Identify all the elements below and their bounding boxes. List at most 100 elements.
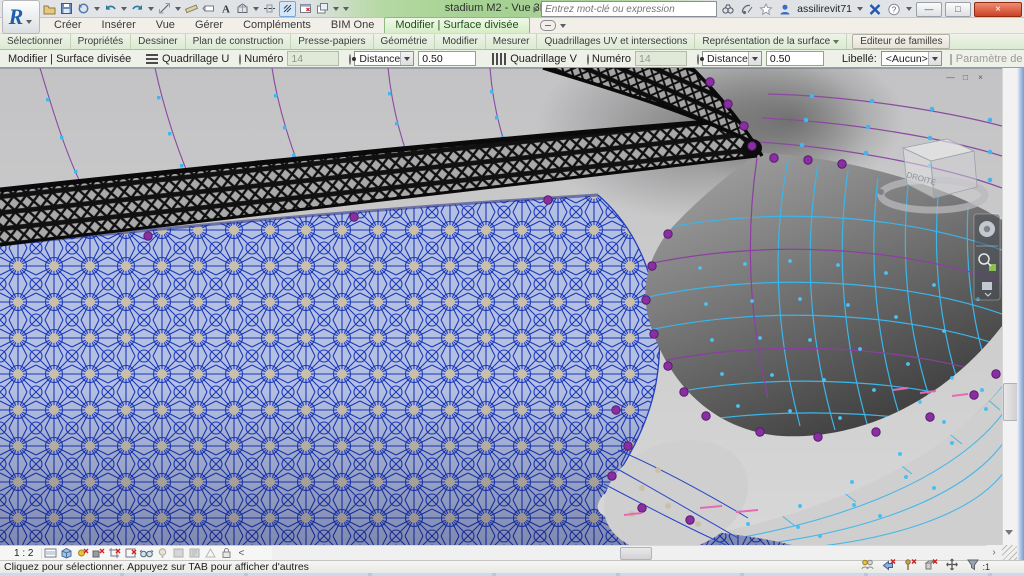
libelle-select[interactable]: <Aucun> xyxy=(881,51,942,66)
open-icon[interactable] xyxy=(42,2,57,16)
ribbon-panel-strip: Sélectionner Propriétés Dessiner Plan de… xyxy=(0,34,1024,50)
panel-selectionner[interactable]: Sélectionner xyxy=(0,34,71,49)
minimize-button[interactable]: — xyxy=(916,2,942,17)
detail-level-icon[interactable] xyxy=(42,547,58,560)
temporary-hide-isolate-icon[interactable] xyxy=(138,547,154,560)
panel-dessiner[interactable]: Dessiner xyxy=(131,34,185,49)
sun-path-icon[interactable] xyxy=(74,547,90,560)
tab-complements[interactable]: Compléments xyxy=(233,18,321,33)
measure-icon[interactable] xyxy=(184,2,199,16)
sync-icon[interactable] xyxy=(76,2,91,16)
scroll-down-icon[interactable] xyxy=(1005,530,1013,535)
a360-icon[interactable] xyxy=(867,2,883,16)
grid-v-numero-input[interactable] xyxy=(635,51,687,66)
grid-u-distance-radio[interactable] xyxy=(349,54,351,65)
default-3d-view-icon[interactable] xyxy=(235,2,250,16)
sign-in-icon[interactable] xyxy=(777,2,793,16)
collapse-view-bar-icon[interactable]: < xyxy=(234,548,248,559)
grid-v-distance-input[interactable] xyxy=(766,51,824,66)
temporary-view-properties-icon[interactable] xyxy=(186,547,202,560)
ribbon-state-dropdown-icon[interactable] xyxy=(560,24,566,28)
instance-param-checkbox[interactable] xyxy=(950,54,952,65)
panel-presse-papiers[interactable]: Presse-papiers xyxy=(291,34,373,49)
panel-quadrillages-uv[interactable]: Quadrillages UV et intersections xyxy=(537,34,695,49)
section-icon[interactable] xyxy=(262,2,277,16)
search-icon[interactable] xyxy=(720,2,736,16)
dimension-dropdown-icon[interactable] xyxy=(175,7,181,11)
visual-style-icon[interactable] xyxy=(58,547,74,560)
undo-icon[interactable] xyxy=(103,2,118,16)
close-hidden-windows-icon[interactable] xyxy=(298,2,313,16)
tab-inserer[interactable]: Insérer xyxy=(92,18,146,33)
text-icon[interactable]: A xyxy=(218,2,233,16)
grid-u-distance-input[interactable] xyxy=(418,51,476,66)
view-restore-button[interactable]: □ xyxy=(959,71,972,82)
help-icon[interactable]: ? xyxy=(886,2,902,16)
redo-icon[interactable] xyxy=(130,2,145,16)
close-button[interactable]: × xyxy=(974,2,1022,17)
chevron-down-icon xyxy=(748,52,761,65)
reveal-hidden-icon[interactable] xyxy=(154,547,170,560)
panel-mesurer[interactable]: Mesurer xyxy=(486,34,538,49)
panel-geometrie[interactable]: Géométrie xyxy=(374,34,436,49)
steering-wheel-icon[interactable] xyxy=(979,221,995,237)
shadows-icon[interactable] xyxy=(90,547,106,560)
tab-vue[interactable]: Vue xyxy=(146,18,185,33)
status-message: Cliquez pour sélectionner. Appuyez sur T… xyxy=(0,561,309,573)
search-input[interactable] xyxy=(541,1,717,17)
tab-gerer[interactable]: Gérer xyxy=(185,18,233,33)
scale-button[interactable]: 1 : 2 xyxy=(0,548,42,559)
restore-button[interactable]: □ xyxy=(945,2,971,17)
undo-dropdown-icon[interactable] xyxy=(121,7,127,11)
grid-v-numero-radio[interactable] xyxy=(587,54,589,65)
vertical-scrollbar-thumb[interactable] xyxy=(1003,383,1018,421)
horizontal-scrollbar-thumb[interactable] xyxy=(620,547,652,560)
search-expand-icon[interactable] xyxy=(532,5,539,14)
3d-viewport[interactable]: DROITE xyxy=(0,68,1002,545)
redo-dropdown-icon[interactable] xyxy=(148,7,154,11)
thin-lines-icon[interactable] xyxy=(279,1,296,17)
crop-region-icon[interactable] xyxy=(122,547,138,560)
sync-dropdown-icon[interactable] xyxy=(94,7,100,11)
panel-plan-de-construction[interactable]: Plan de construction xyxy=(186,34,292,49)
help-dropdown-icon[interactable] xyxy=(906,7,912,11)
switch-windows-icon[interactable] xyxy=(315,2,330,16)
communication-center-icon[interactable] xyxy=(739,2,755,16)
application-menu-button[interactable]: R xyxy=(2,0,40,34)
minimize-ribbon-icon[interactable] xyxy=(540,20,556,31)
3d-view-dropdown-icon[interactable] xyxy=(253,7,259,11)
panel-editeur-familles[interactable]: Editeur de familles xyxy=(852,34,950,49)
view-close-button[interactable]: × xyxy=(974,71,987,82)
crop-view-icon[interactable] xyxy=(106,547,122,560)
grid-u-numero-input[interactable] xyxy=(287,51,339,66)
panel-proprietes[interactable]: Propriétés xyxy=(71,34,132,49)
view-minimize-button[interactable]: — xyxy=(944,71,957,82)
customize-qat-icon[interactable] xyxy=(343,7,349,11)
options-bar: Modifier | Surface divisée Quadrillage U… xyxy=(0,50,1024,68)
tab-modifier-surface-divisee[interactable]: Modifier | Surface divisée xyxy=(384,17,529,33)
tag-icon[interactable] xyxy=(201,2,216,16)
scroll-right-icon[interactable]: › xyxy=(986,545,1002,560)
username-dropdown-icon[interactable] xyxy=(857,7,863,11)
tab-bim-one[interactable]: BIM One xyxy=(321,18,384,33)
analytical-model-icon[interactable] xyxy=(202,547,218,560)
save-icon[interactable] xyxy=(59,2,74,16)
tab-creer[interactable]: Créer xyxy=(44,18,92,33)
aligned-dimension-icon[interactable] xyxy=(157,2,172,16)
panel-modifier[interactable]: Modifier xyxy=(435,34,486,49)
panel-representation-surface[interactable]: Représentation de la surface xyxy=(695,34,847,49)
reveal-constraints-icon[interactable] xyxy=(218,547,234,560)
grid-u-distance-select[interactable]: Distance xyxy=(354,51,414,66)
resize-grip[interactable] xyxy=(1002,545,1017,560)
grid-v-distance-radio[interactable] xyxy=(697,54,699,65)
grid-v-distance-select[interactable]: Distance xyxy=(702,51,762,66)
vertical-scrollbar[interactable] xyxy=(1002,68,1017,545)
worksharing-display-icon[interactable] xyxy=(170,547,186,560)
favorites-icon[interactable] xyxy=(758,2,774,16)
username-label[interactable]: assilirevit71 xyxy=(797,3,852,15)
selection-count-badge: :1 xyxy=(982,562,990,572)
grid-u-numero-label: Numéro xyxy=(244,53,283,65)
navigation-bar[interactable] xyxy=(974,214,1000,300)
switch-windows-dropdown-icon[interactable] xyxy=(333,7,339,11)
grid-u-numero-radio[interactable] xyxy=(239,54,241,65)
